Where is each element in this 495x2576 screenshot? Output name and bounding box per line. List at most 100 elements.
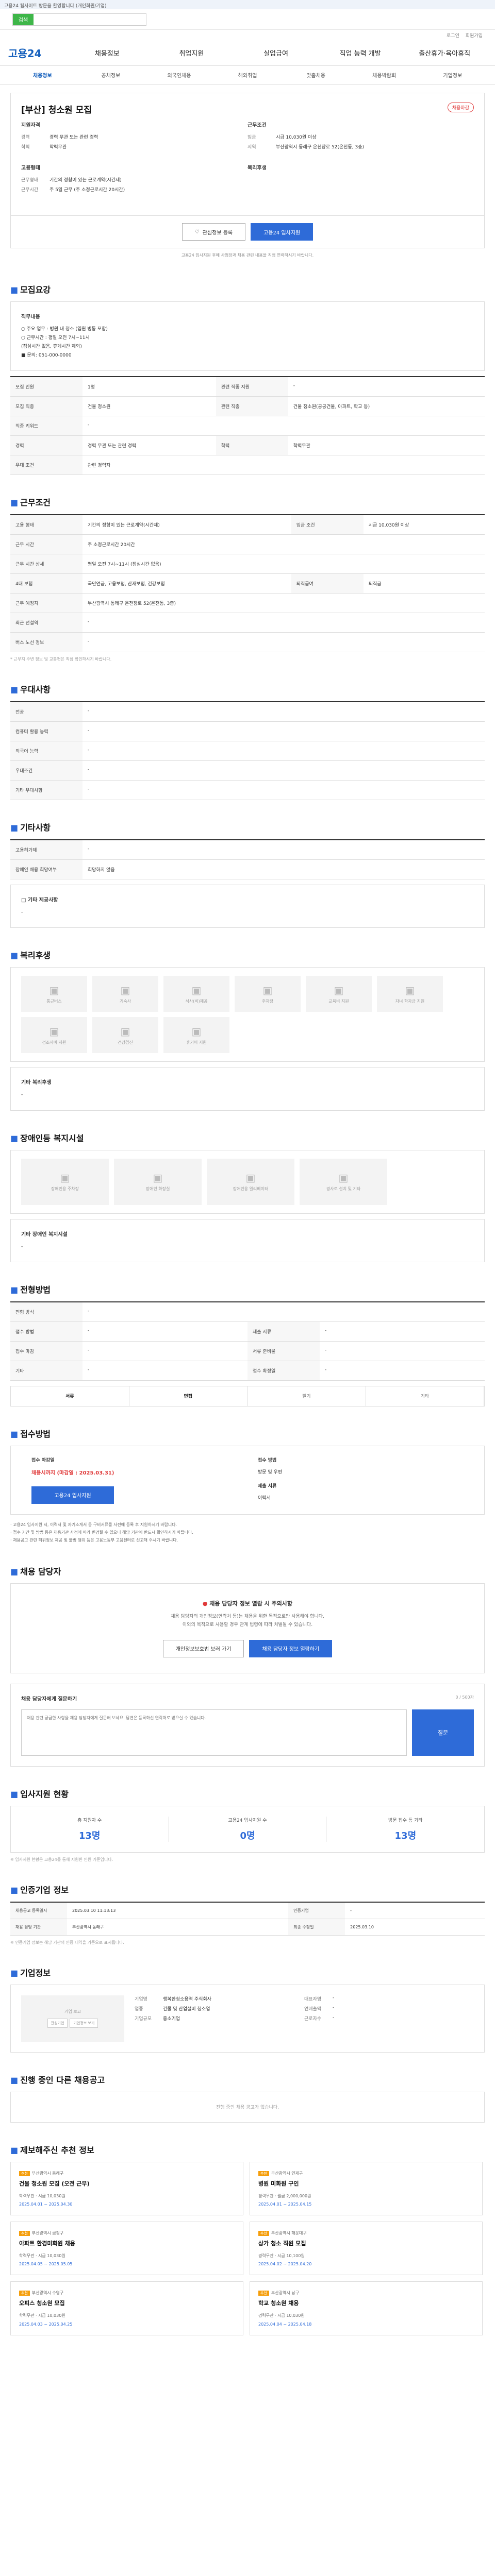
footer-spacer [10, 2335, 485, 2356]
disability-box: ▣ 장애인용 주차장 ▣ 장애인 화장실 ▣ 장애인용 엘리베이터 ▣ 경사로 설치 및… [10, 1149, 485, 1214]
job-desc-line: (점심시간 없음, 휴게시간 제외) [21, 344, 82, 350]
gnb-item[interactable]: 출산휴가·육아휴직 [402, 48, 487, 58]
table-header: 제출 서류 [248, 1321, 320, 1342]
search-box[interactable]: 검색 [12, 13, 146, 26]
apply-button[interactable]: 고용24 입사지원 [251, 223, 314, 241]
job-summary: 지원자격 경력 경력 무관 또는 관련 경력 학력 학력무관 고용형태 근무형태 기간… [21, 121, 474, 206]
card-meta: 경력무관 · 시급 10,100원 [258, 2253, 305, 2258]
job-desc-line: ○ 근무시간 : 평일 오전 7시~11시 [21, 335, 90, 341]
gnb-item[interactable]: 직업 능력 개발 [318, 48, 403, 58]
gnb-item[interactable]: 취업지원 [150, 48, 234, 58]
top-notice: 고용24 웹사이트 방문을 환영합니다 (개인회원/기업) [0, 0, 495, 9]
benefit-item: ▣ 식사(비)제공 [163, 976, 229, 1012]
card-date: 2025.04.03 ~ 2025.04.25 [19, 2321, 73, 2327]
benefit-label: 교육비 지원 [328, 998, 349, 1004]
section-title: ■ 입사지원 현황 [10, 1787, 485, 1800]
gnb-item[interactable]: 채용정보 [65, 48, 150, 58]
card-org: 부산광역시 남구 [271, 2291, 299, 2296]
parking-icon: ▣ [262, 984, 273, 996]
gnb-item[interactable]: 실업급여 [234, 48, 318, 58]
section-icon: ■ [10, 1885, 19, 1895]
favorite-company-button[interactable]: 관심기업 [47, 2019, 68, 2028]
benefit-item: ▣ 교육비 지원 [306, 976, 372, 1012]
util-signup[interactable]: 회원가입 [466, 32, 483, 39]
search-button[interactable]: 검색 [13, 13, 34, 25]
table-cell: 기간의 정함이 있는 근로계약(시간제) [82, 515, 291, 535]
bullet-item: · 접수 기간 및 방법 등은 채용기관 사정에 따라 변경될 수 있으니 해당… [10, 1530, 193, 1535]
method-step: 기타 [366, 1386, 484, 1406]
benefit-extra: 기타 복리후생 - [10, 1067, 485, 1111]
action-bar: ♡ 관심정보 등록 고용24 입사지원 [10, 216, 485, 248]
lnb-item[interactable]: 채용정보 [8, 71, 77, 79]
benefit-item: ▣ 휴가비 지원 [163, 1017, 229, 1054]
lnb-item[interactable]: 해외취업 [213, 71, 282, 79]
company-logo-label: 기업 로고 [64, 2009, 81, 2014]
stat-label: 총 지원자 수 [77, 1818, 102, 1823]
section-title: ■ 접수방법 [10, 1427, 485, 1439]
section-title: ■ 제보해주신 추천 정보 [10, 2143, 485, 2156]
job-card[interactable]: 추천 부산광역시 수영구 오피스 청소원 모집 학력무관 · 시급 10,030원 20… [10, 2281, 243, 2335]
benefit-item: ▣ 기숙사 [92, 976, 158, 1012]
company-value: 행복한청소용역 주식회사 [163, 1996, 211, 2002]
summary-value: 부산광역시 동래구 온천장로 52(온천동, 3층) [276, 145, 364, 150]
apply-submit-button[interactable]: 고용24 입사지원 [31, 1486, 114, 1504]
scholarship-icon: ▣ [405, 984, 415, 996]
card-meta: 학력무관 · 시급 10,030원 [19, 2193, 65, 2198]
section-title-text: 장애인등 복지시설 [20, 1133, 84, 1143]
method-step: 필기 [248, 1386, 366, 1406]
lnb-item[interactable]: 맞춤채용 [282, 71, 350, 79]
lnb-item[interactable]: 외국인채용 [145, 71, 213, 79]
education-icon: ▣ [334, 984, 344, 996]
privacy-law-button[interactable]: 개인정보보호법 보러 가기 [162, 1639, 244, 1657]
site-logo[interactable]: 고용24 [8, 45, 65, 60]
bullet-item: · 고용24 입사지원 시, 이력서 및 자기소개서 등 구비서류를 사전에 등… [10, 1522, 177, 1527]
company-value: 건물 및 산업설비 청소업 [163, 2006, 210, 2012]
job-card[interactable]: 추천 부산광역시 남구 학교 청소원 채용 경력무관 · 시급 10,030원 2025… [250, 2281, 483, 2335]
company-detail-button[interactable]: 기업정보 보기 [70, 2019, 98, 2028]
summary-value: 시급 10,030원 이상 [276, 135, 317, 140]
summary-value: 학력무관 [50, 145, 67, 150]
summary-key: 학력 [21, 145, 30, 150]
apply-notice: 고용24 입사지원 후에 사업장과 채용 관련 내용을 직접 연락하시기 바랍니… [181, 253, 314, 258]
summary-key: 임금 [248, 135, 256, 140]
table-cell: - [82, 780, 485, 801]
job-title-box: [부산] 청소원 모집 채용마감 지원자격 경력 경력 무관 또는 관련 경력 학… [10, 93, 485, 216]
job-card[interactable]: 추천 부산광역시 금정구 아파트 환경미화원 채용 학력무관 · 시급 10,030원… [10, 2221, 243, 2276]
restroom-icon: ▣ [153, 1172, 163, 1184]
job-card[interactable]: 추천 부산광역시 해운대구 상가 청소 직원 모집 경력무관 · 시급 10,100원… [250, 2221, 483, 2276]
table-header: 최종 수정일 [288, 1919, 345, 1936]
view-manager-button[interactable]: 채용 담당자 정보 열람하기 [249, 1639, 333, 1657]
table-cell: 2025.03.10 [345, 1919, 485, 1936]
job-card[interactable]: 추천 부산광역시 동래구 건물 청소원 모집 (오전 근무) 학력무관 · 시급 10… [10, 2161, 243, 2215]
card-org: 부산광역시 해운대구 [271, 2230, 307, 2235]
util-login[interactable]: 로그인 [447, 32, 459, 39]
table-header: 직종 키워드 [10, 416, 82, 436]
inquiry-input[interactable] [21, 1709, 407, 1756]
interest-button[interactable]: ♡ 관심정보 등록 [182, 223, 246, 241]
section-title-text: 인증기업 정보 [20, 1885, 69, 1895]
lnb-item[interactable]: 공채정보 [77, 71, 145, 79]
lnb-item[interactable]: 채용박람회 [350, 71, 419, 79]
method-table: 전형 방식 - 접수 방법 - 제출 서류 - 접수 마감 - 서류 준비물 - 기타 - 접수 … [10, 1301, 485, 1381]
table-header: 서류 준비물 [248, 1341, 320, 1361]
lnb-item[interactable]: 기업정보 [418, 71, 487, 79]
table-header: 채용 담당 기관 [10, 1919, 67, 1936]
section-title: ■ 모집요강 [10, 283, 485, 295]
inquiry-send-button[interactable]: 질문 [412, 1709, 474, 1756]
section-title: ■ 기업정보 [10, 1966, 485, 1978]
table-cell: 평일 오전 7시~11시 (점심시간 없음) [82, 554, 485, 574]
section-title-text: 기업정보 [20, 1968, 51, 1978]
ramp-icon: ▣ [338, 1172, 349, 1184]
manager-warning-title: 채용 담당자 정보 열람 시 주의사항 [209, 1600, 293, 1607]
table-header: 학력 [216, 435, 288, 456]
card-meta: 학력무관 · 시급 10,030원 [19, 2313, 65, 2318]
job-card[interactable]: 추천 부산광역시 연제구 병원 미화원 구인 경력무관 · 월급 2,000,000원… [250, 2161, 483, 2215]
benefit-label: 식사(비)제공 [185, 998, 208, 1004]
table-header: 모집 직종 [10, 396, 82, 417]
facility-label: 경사로 설치 및 기타 [326, 1187, 361, 1192]
recommend-cards: 추천 부산광역시 동래구 건물 청소원 모집 (오전 근무) 학력무관 · 시급 10… [10, 2161, 485, 2335]
warning-icon: ● [202, 1600, 208, 1607]
manager-box: ● 채용 담당자 정보 열람 시 주의사항 채용 담당자의 개인정보(연락처 등… [10, 1583, 485, 1673]
summary-group-title: 지원자격 [21, 123, 40, 128]
manager-text: 이외의 목적으로 사용할 경우 관계 법령에 따라 처벌될 수 있습니다. [182, 1622, 313, 1628]
